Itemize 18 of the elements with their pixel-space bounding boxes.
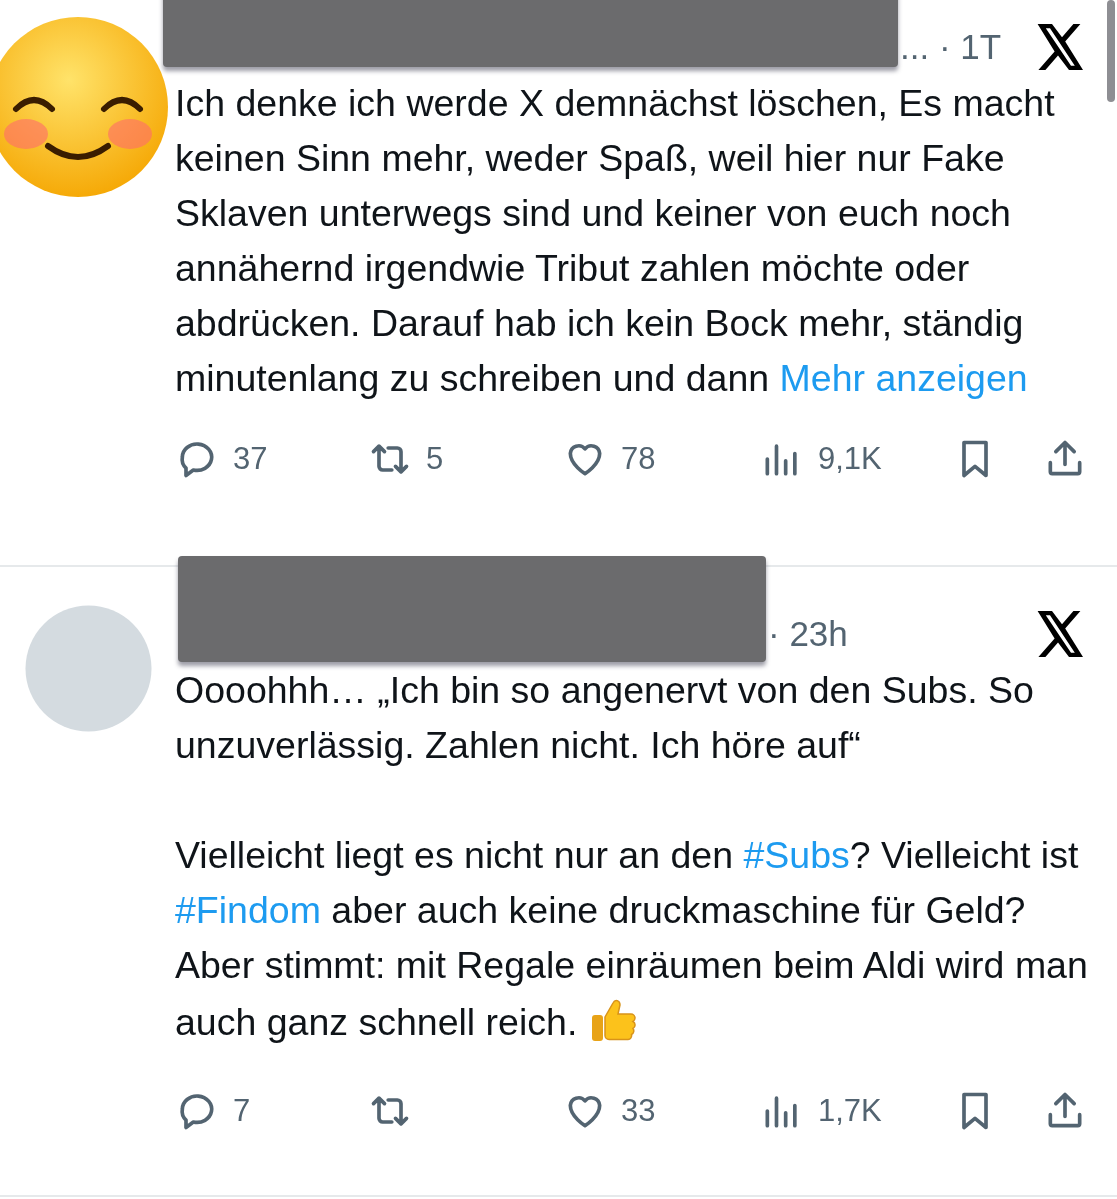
post-text: Vielleicht liegt es nicht nur an den #Subs? Vielleicht ist #Findom aber auch keine druckmaschine für Geld? Aber stimmt: mit Regale einräumen beim Aldi wird man auch ganz schnell reich. [175, 833, 1089, 1047]
x-mark-icon[interactable] [1037, 24, 1085, 70]
x-mark-icon[interactable] [1037, 611, 1085, 657]
action-count: 7 [233, 1092, 251, 1130]
post-meta: · 23h [768, 612, 848, 655]
post-meta: ... · 1T [900, 25, 1002, 68]
action-count: 5 [426, 440, 444, 478]
show-more-link[interactable]: Mehr anzeigen [779, 357, 1028, 399]
scrollbar[interactable] [1107, 0, 1115, 102]
post-text: Oooohhh… „Ich bin so angenervt von den Subs. So unzuverlässig. Zahlen nicht. Ich höre auf“ [175, 668, 1035, 768]
post-text: Ich denke ich werde X demnächst löschen, Es macht keinen Sinn mehr, weder Spaß, weil hier nur Fake Sklaven unterwegs sind und keiner von euch noch annähernd irgendwie Tribut zahlen möchte oder abdrücken. Darauf hab ich kein Bock mehr, ständig minutenlang zu schreiben und dann Mehr anzeigen [175, 81, 1056, 401]
action-count: 9,1K [818, 440, 882, 478]
action-count: 78 [621, 440, 656, 478]
action-count: 1,7K [818, 1092, 882, 1130]
hashtag-link[interactable]: #Findom [175, 889, 321, 931]
hashtag-link[interactable]: #Subs [743, 834, 850, 876]
action-count: 37 [233, 440, 268, 478]
action-count: 33 [621, 1092, 656, 1130]
